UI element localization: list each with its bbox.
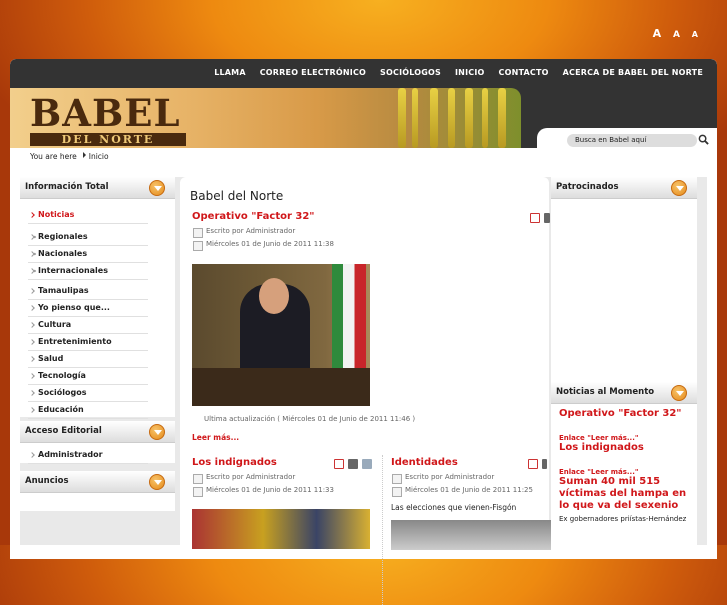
menu-item-noticias[interactable]: Noticias bbox=[28, 207, 148, 224]
collapse-arrow-icon[interactable] bbox=[149, 474, 165, 490]
module-title-patrocinados: Patrocinados bbox=[551, 177, 697, 199]
font-size-controls: A A A bbox=[653, 27, 702, 40]
page-title: Babel del Norte bbox=[190, 189, 284, 203]
nav-inicio[interactable]: INICIO bbox=[455, 68, 485, 77]
news-text: Ex gobernadores priístas-Hernández bbox=[559, 515, 687, 523]
email-icon[interactable] bbox=[362, 459, 372, 469]
menu-item-cultura[interactable]: Cultura bbox=[28, 317, 148, 334]
pdf-icon[interactable] bbox=[334, 459, 344, 469]
menu-item-tamaulipas[interactable]: Tamaulipas bbox=[28, 283, 148, 300]
menu-item-internacionales[interactable]: Internacionales bbox=[28, 263, 148, 280]
font-small-button[interactable]: A bbox=[692, 30, 702, 39]
article-photo-president bbox=[192, 264, 370, 406]
menu-item-nacionales[interactable]: Nacionales bbox=[28, 246, 148, 263]
nav-correo[interactable]: CORREO ELECTRÓNICO bbox=[260, 68, 366, 77]
module-title-acceso: Acceso Editorial bbox=[20, 421, 175, 443]
search-icon[interactable] bbox=[698, 134, 709, 145]
article-icons bbox=[530, 213, 550, 223]
main-column: Babel del Norte Operativo "Factor 32" Es… bbox=[180, 177, 551, 605]
article-photo-protest bbox=[192, 509, 370, 549]
nav-acerca[interactable]: ACERCA DE BABEL DEL NORTE bbox=[563, 68, 703, 77]
print-icon[interactable] bbox=[544, 213, 550, 223]
article-author: Escrito por Administrador bbox=[192, 225, 542, 238]
left-column: Información Total Noticias Regionales Na… bbox=[20, 177, 175, 545]
sponsor-area bbox=[551, 199, 697, 382]
menu-item-administrador[interactable]: Administrador bbox=[28, 447, 148, 464]
editorial-menu: Administrador bbox=[20, 443, 175, 464]
article-date: Miércoles 01 de Junio de 2011 11:38 bbox=[192, 238, 542, 251]
module-title-anuncios: Anuncios bbox=[20, 471, 175, 493]
news-headline[interactable]: Operativo "Factor 32" bbox=[559, 408, 689, 420]
pdf-icon[interactable] bbox=[530, 213, 540, 223]
menu-item-yo-pienso[interactable]: Yo pienso que... bbox=[28, 300, 148, 317]
top-nav: LLAMA CORREO ELECTRÓNICO SOCIÓLOGOS INIC… bbox=[10, 59, 717, 85]
article-author: Escrito por Administrador bbox=[192, 471, 372, 484]
news-link[interactable]: Enlace "Leer más..." bbox=[559, 434, 689, 442]
search-tab: Busca en Babel aquí bbox=[537, 128, 717, 148]
article-date: Miércoles 01 de Junio de 2011 11:25 bbox=[391, 484, 551, 497]
nav-llama[interactable]: LLAMA bbox=[214, 68, 246, 77]
collapse-arrow-icon[interactable] bbox=[671, 180, 687, 196]
collapse-arrow-icon[interactable] bbox=[671, 385, 687, 401]
news-headline[interactable]: Suman 40 mil 515 víctimas del hampa en l… bbox=[559, 476, 689, 512]
news-link[interactable]: Enlace "Leer más..." bbox=[559, 468, 689, 476]
breadcrumb: You are here Inicio bbox=[10, 148, 717, 164]
article-identidades: Identidades Escrito por Administrador Mi… bbox=[391, 457, 551, 512]
menu-item-sociologos[interactable]: Sociólogos bbox=[28, 385, 148, 402]
article-icons bbox=[334, 459, 372, 469]
article-author: Escrito por Administrador bbox=[391, 471, 551, 484]
article-updated: Ultima actualización ( Miércoles 01 de J… bbox=[204, 415, 416, 423]
article-date: Miércoles 01 de Junio de 2011 11:33 bbox=[192, 484, 372, 497]
article-factor32: Operativo "Factor 32" Escrito por Admini… bbox=[192, 211, 550, 251]
menu-item-educacion[interactable]: Educación bbox=[28, 402, 148, 419]
menu-item-regionales[interactable]: Regionales bbox=[28, 229, 148, 246]
main-menu: Noticias Regionales Nacionales Internaci… bbox=[20, 199, 175, 419]
pdf-icon[interactable] bbox=[528, 459, 538, 469]
menu-item-entretenimiento[interactable]: Entretenimiento bbox=[28, 334, 148, 351]
column-divider bbox=[382, 455, 383, 605]
font-large-button[interactable]: A bbox=[653, 27, 666, 40]
logo-text-del-norte: DEL NORTE bbox=[30, 133, 186, 146]
article-title[interactable]: Identidades bbox=[391, 457, 551, 468]
logo-banner-image[interactable]: BABEL DEL NORTE bbox=[10, 88, 521, 148]
breadcrumb-current[interactable]: Inicio bbox=[89, 152, 109, 161]
print-icon[interactable] bbox=[542, 459, 547, 469]
nav-sociologos[interactable]: SOCIÓLOGOS bbox=[380, 68, 441, 77]
article-title[interactable]: Operativo "Factor 32" bbox=[192, 211, 542, 222]
news-item: Enlace "Leer más..." Suman 40 mil 515 ví… bbox=[551, 468, 697, 523]
news-item: Operativo "Factor 32" bbox=[551, 408, 697, 420]
article-icons bbox=[528, 459, 547, 469]
font-medium-button[interactable]: A bbox=[673, 30, 684, 40]
article-indignados: Los indignados Escrito por Administrador… bbox=[192, 457, 372, 497]
header-banner: BABEL DEL NORTE Busca en Babel aquí bbox=[10, 85, 717, 148]
article-intro: Las elecciones que vienen-Fisgón bbox=[391, 503, 517, 512]
breadcrumb-prefix: You are here bbox=[30, 152, 77, 161]
search-input[interactable]: Busca en Babel aquí bbox=[567, 134, 697, 147]
right-column: Patrocinados Noticias al Momento Operati… bbox=[551, 177, 697, 545]
module-title-noticias-momento: Noticias al Momento bbox=[551, 382, 697, 404]
logo-text-babel: BABEL bbox=[30, 91, 181, 135]
collapse-arrow-icon[interactable] bbox=[149, 424, 165, 440]
print-icon[interactable] bbox=[348, 459, 358, 469]
nav-contacto[interactable]: CONTACTO bbox=[499, 68, 549, 77]
module-title-informacion: Información Total bbox=[20, 177, 175, 199]
article-photo-cartoon bbox=[391, 520, 551, 550]
news-item: Enlace "Leer más..." Los indignados bbox=[551, 434, 697, 454]
menu-item-tecnologia[interactable]: Tecnología bbox=[28, 368, 148, 385]
breadcrumb-arrow-icon bbox=[82, 152, 86, 158]
menu-item-salud[interactable]: Salud bbox=[28, 351, 148, 368]
collapse-arrow-icon[interactable] bbox=[149, 180, 165, 196]
content-area: Información Total Noticias Regionales Na… bbox=[20, 177, 707, 605]
news-headline[interactable]: Los indignados bbox=[559, 442, 689, 454]
read-more-link[interactable]: Leer más... bbox=[192, 433, 239, 442]
